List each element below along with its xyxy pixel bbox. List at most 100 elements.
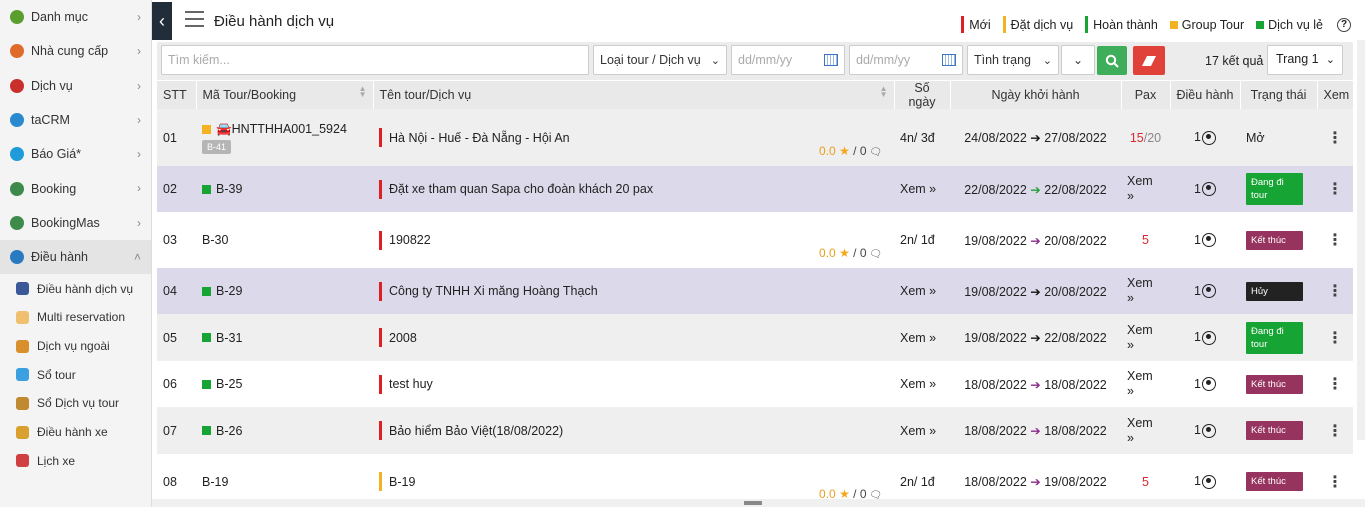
calendar-icon[interactable]: [942, 54, 956, 66]
sidebar-item[interactable]: Điều hành ˄: [0, 240, 151, 275]
days-count[interactable]: Xem »: [894, 268, 950, 314]
sidebar-subitem[interactable]: Điều hành xe: [0, 418, 151, 447]
user-icon[interactable]: [1201, 284, 1216, 299]
table-row[interactable]: 04 B-29 Công ty TNHH Xi măng Hoàng Thạch Xe…: [157, 268, 1353, 314]
tour-name[interactable]: 190822: [379, 230, 888, 250]
sort-icon[interactable]: ▲ ▼: [880, 85, 888, 99]
sidebar-item[interactable]: BookingMas ›: [0, 206, 151, 240]
more-options-icon[interactable]: ⋮: [1317, 212, 1353, 268]
user-icon[interactable]: [1201, 377, 1216, 392]
vertical-scrollbar[interactable]: [1357, 40, 1365, 440]
pax-total[interactable]: Xem »: [1127, 174, 1157, 204]
page-select[interactable]: Trang 1 ⌄: [1267, 45, 1343, 75]
booking-code-cell: B-25: [196, 361, 373, 407]
more-options-icon[interactable]: ⋮: [1317, 407, 1353, 454]
more-options-icon[interactable]: ⋮: [1317, 166, 1353, 212]
table-row[interactable]: 06 B-25 test huy Xem » 18/08/2022 ➔ 18/08/20…: [157, 361, 1353, 407]
booking-code[interactable]: B-29: [202, 284, 367, 298]
more-options-icon[interactable]: ⋮: [1317, 268, 1353, 314]
search-input[interactable]: Tìm kiếm...: [161, 45, 589, 75]
tour-name[interactable]: 2008: [379, 328, 888, 347]
sidebar-subitem[interactable]: Sổ Dịch vụ tour: [0, 389, 151, 418]
back-arrow-icon[interactable]: ‹: [152, 2, 172, 40]
more-options-icon[interactable]: ⋮: [1317, 454, 1353, 499]
comment-icon[interactable]: 🗨: [867, 147, 882, 158]
sidebar-item[interactable]: Danh mục ›: [0, 0, 151, 34]
search-button[interactable]: [1097, 46, 1127, 75]
status-badge[interactable]: Kết thúc: [1246, 472, 1303, 491]
table-row[interactable]: 03 B-30 190822 0.0 ★ / 0 🗨 2n/ 1đ 19/08/2022 …: [157, 212, 1353, 268]
date-from-input[interactable]: dd/mm/yy: [731, 45, 845, 75]
user-icon[interactable]: [1201, 423, 1216, 438]
days-count[interactable]: Xem »: [894, 361, 950, 407]
more-options-icon[interactable]: ⋮: [1317, 361, 1353, 407]
tour-name[interactable]: Hà Nội - Huế - Đà Nẵng - Hội An: [379, 128, 888, 147]
clear-filter-button[interactable]: [1133, 46, 1165, 75]
column-header[interactable]: Mã Tour/Booking ▲ ▼: [196, 81, 374, 109]
sidebar-subitem[interactable]: Lịch xe: [0, 447, 151, 476]
tour-name[interactable]: Công ty TNHH Xi măng Hoàng Thạch: [379, 281, 888, 301]
sidebar-item[interactable]: Nhà cung cấp ›: [0, 34, 151, 68]
comment-icon[interactable]: 🗨: [867, 249, 882, 260]
table-row[interactable]: 07 B-26 Bảo hiểm Bảo Việt(18/08/2022) Xem »…: [157, 407, 1353, 454]
days-count[interactable]: Xem »: [894, 166, 950, 212]
booking-code[interactable]: B-31: [202, 331, 367, 345]
table-row[interactable]: 02 B-39 Đặt xe tham quan Sapa cho đoàn khá…: [157, 166, 1353, 212]
sidebar-subitem[interactable]: Multi reservation: [0, 303, 151, 332]
sidebar-subitem-label: Lịch xe: [37, 453, 76, 468]
sidebar-subitem[interactable]: Dịch vụ ngoài: [0, 332, 151, 361]
table-row[interactable]: 01 🚘HNTTHHA001_5924 B-41 Hà Nội - Huế - Đà …: [157, 109, 1353, 166]
more-options-icon[interactable]: ⋮: [1317, 109, 1353, 166]
calendar-icon[interactable]: [824, 54, 838, 66]
tour-name[interactable]: Bảo hiểm Bảo Việt(18/08/2022): [379, 421, 888, 440]
pax-total[interactable]: Xem »: [1127, 369, 1157, 399]
sidebar-subitem[interactable]: Sổ tour: [0, 360, 151, 389]
sidebar-item[interactable]: Báo Giá* ›: [0, 137, 151, 171]
status-badge[interactable]: Đang đi tour: [1246, 173, 1303, 205]
days-count[interactable]: Xem »: [894, 407, 950, 454]
sidebar-item[interactable]: Dịch vụ ›: [0, 69, 151, 103]
status-select[interactable]: Tình trạng ⌄: [967, 45, 1059, 75]
days-count[interactable]: Xem »: [894, 314, 950, 361]
tour-name[interactable]: Đặt xe tham quan Sapa cho đoàn khách 20 …: [379, 179, 888, 199]
hamburger-menu-icon[interactable]: [185, 11, 204, 28]
page-title: Điều hành dịch vụ: [214, 13, 335, 30]
booking-code[interactable]: B-25: [202, 377, 367, 391]
sidebar-item[interactable]: taCRM ›: [0, 103, 151, 137]
user-icon[interactable]: [1201, 130, 1216, 145]
sort-icon[interactable]: ▲ ▼: [359, 85, 367, 99]
chevron-icon: ›: [137, 44, 141, 59]
user-icon[interactable]: [1201, 330, 1216, 345]
status-badge[interactable]: Hủy: [1246, 281, 1303, 301]
user-icon[interactable]: [1201, 474, 1216, 489]
status-badge[interactable]: Đang đi tour: [1246, 321, 1303, 354]
pax-total[interactable]: Xem »: [1127, 416, 1157, 446]
horizontal-scrollbar[interactable]: [152, 499, 1365, 507]
pax-total[interactable]: Xem »: [1127, 323, 1157, 353]
sidebar-item[interactable]: Booking ›: [0, 171, 151, 205]
more-filter-button[interactable]: ⌄: [1061, 45, 1095, 75]
help-icon[interactable]: ?: [1337, 17, 1351, 32]
tour-type-select[interactable]: Loại tour / Dịch vụ ⌄: [593, 45, 727, 75]
user-icon[interactable]: [1201, 233, 1216, 248]
sidebar-subitem[interactable]: Điều hành dịch vụ: [0, 274, 151, 303]
more-options-icon[interactable]: ⋮: [1317, 314, 1353, 361]
pax-total[interactable]: Xem »: [1127, 276, 1157, 306]
booking-code[interactable]: B-26: [202, 424, 367, 438]
status-badge[interactable]: Kết thúc: [1246, 374, 1303, 394]
user-icon[interactable]: [1201, 182, 1216, 197]
booking-code-label: B-26: [216, 423, 243, 438]
booking-code[interactable]: B-30: [202, 233, 367, 247]
booking-code[interactable]: B-39: [202, 182, 367, 196]
date-to-input[interactable]: dd/mm/yy: [849, 45, 963, 75]
column-header[interactable]: Tên tour/Dịch vụ ▲ ▼: [373, 81, 895, 109]
status-badge[interactable]: Kết thúc: [1246, 421, 1303, 440]
comment-icon[interactable]: 🗨: [867, 490, 882, 499]
table-row[interactable]: 08 B-19 B-19 0.0 ★ / 0 🗨 2n/ 1đ 18/08/2022 ➔ …: [157, 454, 1353, 499]
tour-name[interactable]: test huy: [379, 374, 888, 394]
tour-name[interactable]: B-19: [379, 472, 888, 491]
booking-code[interactable]: B-19: [202, 475, 367, 489]
booking-code[interactable]: 🚘HNTTHHA001_5924: [202, 122, 367, 137]
table-row[interactable]: 05 B-31 2008 Xem » 19/08/2022 ➔ 22/08/2022 Xe…: [157, 314, 1353, 361]
status-badge[interactable]: Kết thúc: [1246, 230, 1303, 250]
